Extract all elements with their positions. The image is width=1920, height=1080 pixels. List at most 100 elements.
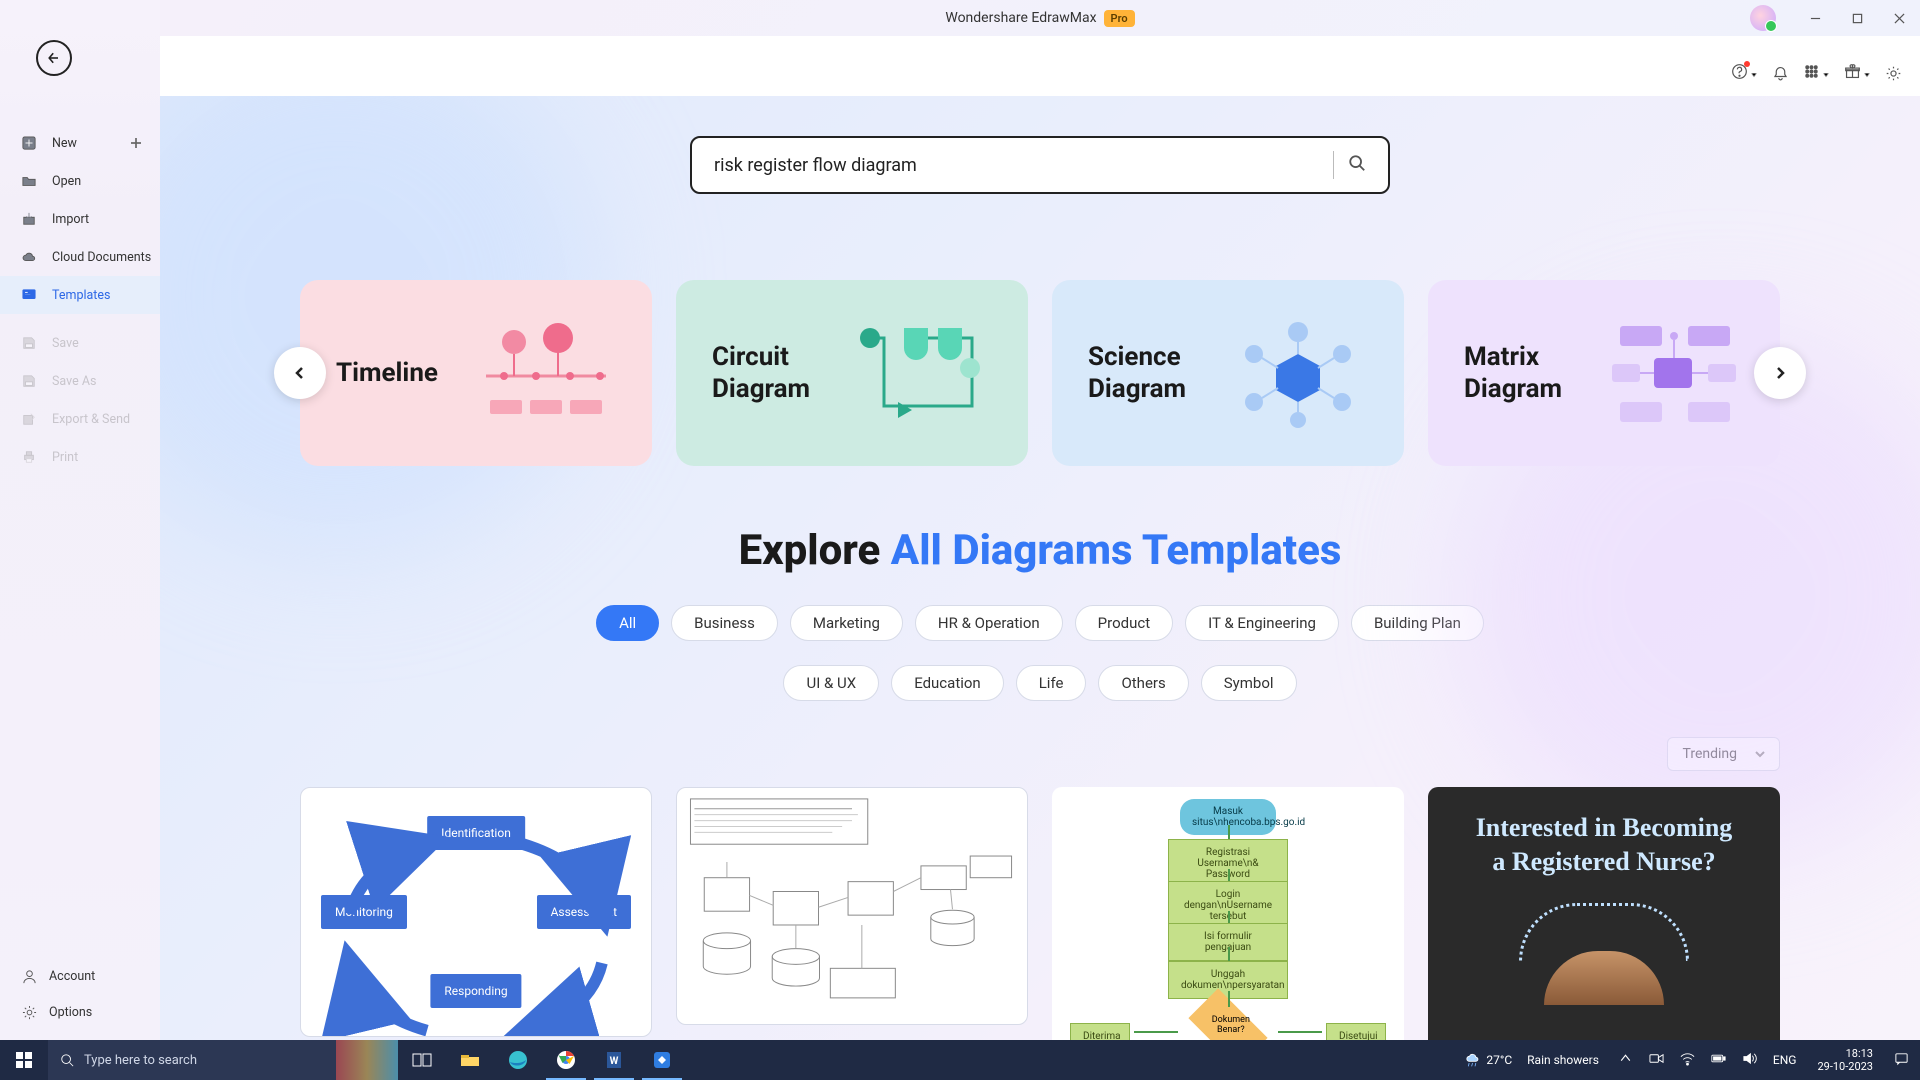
sidebar-item-label: Save As — [52, 374, 96, 389]
sidebar-item-label: Save — [52, 336, 79, 351]
sidebar-item-export[interactable]: Export & Send — [0, 400, 160, 438]
card-title: Circuit Diagram — [712, 341, 810, 406]
file-explorer[interactable] — [446, 1040, 494, 1080]
taskbar-news-widget[interactable] — [336, 1040, 398, 1080]
tray-clock[interactable]: 18:13 29-10-2023 — [1809, 1047, 1881, 1073]
card-title: Timeline — [336, 357, 438, 390]
carousel-card-circuit[interactable]: Circuit Diagram — [676, 280, 1028, 466]
sidebar-item-new[interactable]: New — [0, 124, 160, 162]
sidebar-item-save-as[interactable]: Save As — [0, 362, 160, 400]
notifications-icon[interactable] — [1772, 65, 1789, 82]
gear-icon — [22, 1005, 37, 1020]
tray-language[interactable]: ENG — [1770, 1053, 1800, 1067]
card-title: Science Diagram — [1088, 341, 1186, 406]
search-box[interactable] — [690, 136, 1390, 194]
search-divider — [1333, 151, 1334, 179]
tray-volume[interactable] — [1739, 1051, 1760, 1069]
matrix-illustration — [1604, 318, 1744, 428]
folder-icon — [22, 174, 40, 188]
template-icon — [22, 288, 40, 302]
print-icon — [22, 450, 40, 464]
tray-wifi[interactable] — [1677, 1051, 1698, 1069]
filter-education[interactable]: Education — [891, 665, 1004, 701]
cloud-icon — [22, 250, 40, 264]
template-card-nurse[interactable]: Interested in Becoming a Registered Nurs… — [1428, 787, 1780, 1040]
edge-browser[interactable] — [494, 1040, 542, 1080]
add-new-icon[interactable] — [130, 134, 142, 153]
tray-chevron[interactable] — [1615, 1051, 1636, 1069]
carousel-prev[interactable] — [274, 347, 326, 399]
filter-marketing[interactable]: Marketing — [790, 605, 903, 641]
sidebar-options[interactable]: Options — [0, 994, 160, 1030]
minimize-button[interactable] — [1794, 0, 1836, 36]
settings-icon[interactable] — [1885, 65, 1902, 82]
close-button[interactable] — [1878, 0, 1920, 36]
sidebar-item-open[interactable]: Open — [0, 162, 160, 200]
sidebar-item-cloud[interactable]: Cloud Documents — [0, 238, 160, 276]
save-as-icon — [22, 374, 40, 388]
timeline-illustration — [476, 318, 616, 428]
sidebar-account[interactable]: Account — [0, 958, 160, 994]
edrawmax-app[interactable] — [638, 1040, 686, 1080]
back-button[interactable] — [36, 40, 72, 76]
save-icon — [22, 336, 40, 350]
taskbar-search[interactable]: Type here to search — [48, 1040, 336, 1080]
filter-it[interactable]: IT & Engineering — [1185, 605, 1339, 641]
filter-business[interactable]: Business — [671, 605, 778, 641]
chrome-browser[interactable] — [542, 1040, 590, 1080]
template-card-asset-register[interactable] — [676, 787, 1028, 1025]
filter-all[interactable]: All — [596, 605, 659, 641]
card-title: Matrix Diagram — [1464, 341, 1562, 406]
filter-symbol[interactable]: Symbol — [1201, 665, 1297, 701]
carousel-card-matrix[interactable]: Matrix Diagram — [1428, 280, 1780, 466]
sidebar-item-label: Import — [52, 212, 89, 227]
filter-hr[interactable]: HR & Operation — [915, 605, 1063, 641]
sidebar-item-label: Open — [52, 174, 81, 189]
science-illustration — [1228, 318, 1368, 428]
cycle-arrows — [301, 788, 651, 1037]
taskbar-weather[interactable]: 27°C Rain showers — [1465, 1053, 1599, 1068]
word-app[interactable]: W — [590, 1040, 638, 1080]
sidebar-item-import[interactable]: Import — [0, 200, 160, 238]
sidebar-item-label: Account — [49, 969, 95, 984]
filter-chips: All Business Marketing HR & Operation Pr… — [580, 605, 1500, 701]
sidebar-item-print[interactable]: Print — [0, 438, 160, 476]
sidebar-item-label: New — [52, 136, 77, 151]
export-icon — [22, 412, 40, 426]
apps-menu[interactable] — [1803, 63, 1830, 84]
task-view[interactable] — [398, 1040, 446, 1080]
filter-life[interactable]: Life — [1016, 665, 1087, 701]
sidebar-item-templates[interactable]: Templates — [0, 276, 160, 314]
search-button[interactable] — [1348, 154, 1366, 176]
sidebar-item-label: Cloud Documents — [52, 250, 151, 265]
tray-battery[interactable] — [1708, 1051, 1729, 1069]
asset-register-thumb — [684, 793, 1020, 1020]
import-icon — [22, 212, 40, 226]
filter-others[interactable]: Others — [1098, 665, 1188, 701]
tray-notifications[interactable] — [1891, 1051, 1912, 1069]
svg-text:W: W — [610, 1056, 619, 1067]
filter-product[interactable]: Product — [1075, 605, 1173, 641]
sidebar-item-save[interactable]: Save — [0, 324, 160, 362]
start-button[interactable] — [0, 1040, 48, 1080]
help-menu[interactable] — [1731, 63, 1758, 84]
carousel-next[interactable] — [1754, 347, 1806, 399]
tray-meet-now[interactable] — [1646, 1051, 1667, 1069]
avatar[interactable] — [1750, 5, 1776, 31]
maximize-button[interactable] — [1836, 0, 1878, 36]
filter-uiux[interactable]: UI & UX — [783, 665, 879, 701]
gift-menu[interactable] — [1844, 63, 1871, 84]
template-card-risk-register[interactable]: Identification Assessment Responding Mon… — [300, 787, 652, 1037]
carousel-card-science[interactable]: Science Diagram — [1052, 280, 1404, 466]
circuit-illustration — [852, 318, 992, 428]
template-card-green-flow[interactable]: Masuk situs\nhencoba.bps.go.id Registras… — [1052, 787, 1404, 1040]
weather-icon — [1465, 1053, 1480, 1068]
pro-badge: Pro — [1104, 10, 1135, 27]
search-input[interactable] — [714, 155, 1319, 176]
search-icon — [60, 1053, 74, 1067]
taskbar: Type here to search W 27°C Rain showers … — [0, 1040, 1920, 1080]
carousel-card-timeline[interactable]: Timeline — [300, 280, 652, 466]
sidebar-item-label: Export & Send — [52, 412, 130, 427]
app-title: Wondershare EdrawMax — [945, 10, 1096, 26]
user-icon — [22, 969, 37, 984]
